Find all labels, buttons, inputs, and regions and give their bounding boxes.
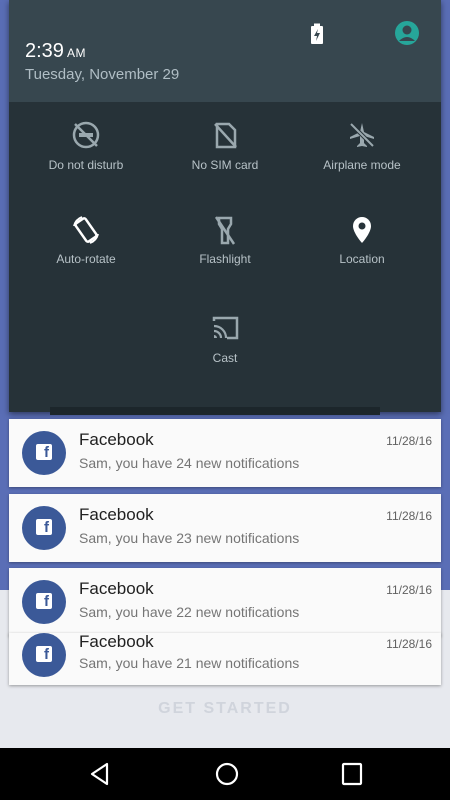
clock-ampm: AM — [66, 46, 86, 60]
recents-icon — [341, 762, 363, 786]
notification-app-name: Facebook — [79, 579, 154, 598]
shade-drag-handle[interactable] — [50, 407, 380, 415]
notification-message: Sam, you have 24 new notifications — [79, 455, 300, 471]
cast-icon — [160, 313, 290, 347]
date-label[interactable]: Tuesday, November 29 — [25, 66, 179, 83]
tile-label: Location — [339, 252, 385, 266]
facebook-f-glyph: f — [36, 444, 52, 461]
notification-date: 11/28/16 — [386, 509, 432, 523]
tile-location[interactable]: Location — [297, 214, 427, 266]
tile-label: Do not disturb — [48, 158, 124, 172]
flashlight-icon — [160, 214, 290, 248]
tile-airplane-mode[interactable]: Airplane mode — [297, 120, 427, 172]
notification-date: 11/28/16 — [386, 583, 432, 597]
user-avatar-icon[interactable] — [394, 20, 420, 46]
notification-date: 11/28/16 — [386, 637, 432, 651]
quick-settings-header: 2:39 AM Tuesday, November 29 — [9, 0, 441, 102]
clock-time: 2:39 — [25, 40, 64, 62]
notification-app-name: Facebook — [79, 430, 154, 449]
notification-card[interactable]: f Facebook 11/28/16 Sam, you have 23 new… — [9, 494, 441, 562]
notification-message: Sam, you have 21 new notifications — [79, 655, 300, 671]
clock: 2:39 AM — [25, 40, 86, 63]
notification-card[interactable]: f Facebook 11/28/16 Sam, you have 21 new… — [9, 632, 441, 685]
notification-card[interactable]: f Facebook 11/28/16 Sam, you have 22 new… — [9, 568, 441, 636]
notification-card[interactable]: f Facebook 11/28/16 Sam, you have 24 new… — [9, 419, 441, 487]
auto-rotate-icon — [21, 214, 151, 248]
get-started-button: GET STARTED — [158, 700, 292, 717]
tile-flashlight[interactable]: Flashlight — [160, 214, 290, 266]
notification-app-name: Facebook — [79, 632, 154, 651]
tile-label: No SIM card — [191, 158, 259, 172]
tile-label: Airplane mode — [323, 158, 401, 172]
recents-button[interactable] — [326, 748, 376, 800]
facebook-icon: f — [22, 633, 66, 677]
airplane-icon — [297, 120, 427, 154]
navigation-bar — [0, 748, 450, 800]
notification-app-name: Facebook — [79, 505, 154, 524]
tile-no-sim[interactable]: No SIM card — [160, 120, 290, 172]
facebook-icon: f — [22, 506, 66, 550]
tile-cast[interactable]: Cast — [160, 313, 290, 365]
tile-label: Cast — [212, 351, 238, 365]
location-icon — [297, 214, 427, 248]
home-icon — [215, 762, 239, 786]
back-button[interactable] — [74, 748, 124, 800]
back-icon — [90, 762, 109, 786]
facebook-f-glyph: f — [36, 593, 52, 610]
battery-charging-icon[interactable] — [309, 23, 325, 45]
facebook-icon: f — [22, 431, 66, 475]
facebook-f-glyph: f — [36, 519, 52, 536]
tile-label: Auto-rotate — [56, 252, 116, 266]
facebook-f-glyph: f — [36, 646, 52, 663]
tile-auto-rotate[interactable]: Auto-rotate — [21, 214, 151, 266]
notification-date: 11/28/16 — [386, 434, 432, 448]
tile-label: Flashlight — [199, 252, 251, 266]
notification-message: Sam, you have 22 new notifications — [79, 604, 300, 620]
no-sim-icon — [160, 120, 290, 154]
facebook-icon: f — [22, 580, 66, 624]
quick-settings-panel: 2:39 AM Tuesday, November 29 Do not distu… — [9, 0, 441, 412]
home-button[interactable] — [200, 748, 250, 800]
do-not-disturb-icon — [21, 120, 151, 154]
tile-do-not-disturb[interactable]: Do not disturb — [21, 120, 151, 172]
notification-message: Sam, you have 23 new notifications — [79, 530, 300, 546]
